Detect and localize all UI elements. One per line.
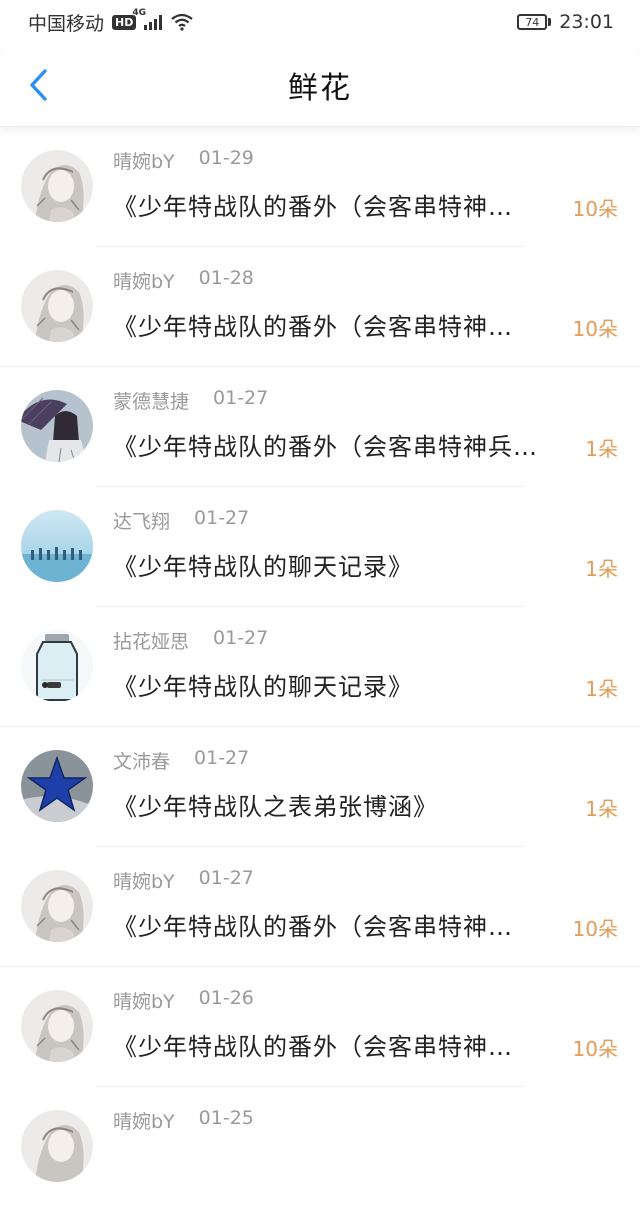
avatar[interactable] (21, 270, 93, 342)
girl-sketch-avatar-icon (21, 990, 93, 1062)
send-date: 01-28 (198, 267, 254, 289)
item-meta: 晴婉bY 01-29 (113, 147, 254, 174)
sender-name[interactable]: 晴婉bY (113, 267, 175, 294)
blue-star-avatar-icon (21, 750, 93, 822)
flower-count: 10朵 (572, 917, 618, 941)
item-meta: 达飞翔 01-27 (113, 507, 249, 534)
status-right: 74 23:01 (517, 11, 614, 33)
send-date: 01-26 (198, 987, 254, 1009)
list-item[interactable]: 达飞翔 01-27 《少年特战队的聊天记录》 1朵 (0, 487, 640, 607)
list-item[interactable]: 蒙德慧捷 01-27 《少年特战队的番外（会客串特神兵… 1朵 (0, 367, 640, 487)
flower-list: 晴婉bY 01-29 《少年特战队的番外（会客串特神… 10朵 晴婉bY 01-… (0, 127, 640, 1207)
battery-icon: 74 (517, 14, 552, 30)
sky-silhouettes-avatar-icon (21, 510, 93, 582)
flower-count: 10朵 (572, 1037, 618, 1061)
item-meta: 文沛春 01-27 (113, 747, 249, 774)
signal-icon: 4G (132, 8, 163, 30)
flower-count: 10朵 (572, 317, 618, 341)
wifi-icon (171, 13, 194, 31)
avatar[interactable] (21, 510, 93, 582)
girl-sketch-avatar-icon (21, 150, 93, 222)
list-item[interactable]: 晴婉bY 01-26 《少年特战队的番外（会客串特神… 10朵 (0, 967, 640, 1087)
carrier-label: 中国移动 (28, 12, 105, 35)
sender-name[interactable]: 晴婉bY (113, 147, 175, 174)
sender-name[interactable]: 晴婉bY (113, 987, 175, 1014)
work-title[interactable]: 《少年特战队的番外（会客串特神兵… (113, 427, 588, 462)
status-bar: 中国移动 HD 4G 74 23:01 (0, 0, 640, 44)
work-title[interactable]: 《少年特战队的番外（会客串特神… (113, 307, 571, 342)
send-date: 01-25 (198, 1107, 254, 1129)
list-item[interactable]: 晴婉bY 01-28 《少年特战队的番外（会客串特神… 10朵 (0, 247, 640, 367)
work-title[interactable]: 《少年特战队之表弟张博涵》 (113, 787, 571, 822)
girl-sketch-avatar-icon (21, 870, 93, 942)
chevron-left-icon (30, 69, 47, 101)
avatar[interactable] (21, 1110, 93, 1182)
flower-count: 1朵 (585, 437, 618, 461)
back-button[interactable] (18, 65, 58, 105)
sender-name[interactable]: 晴婉bY (113, 867, 175, 894)
list-item[interactable]: 拈花娅思 01-27 《少年特战队的聊天记录》 1朵 (0, 607, 640, 727)
send-date: 01-27 (198, 867, 254, 889)
avatar[interactable] (21, 390, 93, 462)
flower-count: 1朵 (585, 677, 618, 701)
nav-bar: 鲜花 (0, 44, 640, 127)
work-title[interactable]: 《少年特战队的番外（会客串特神… (113, 187, 571, 222)
flower-count: 1朵 (585, 557, 618, 581)
sender-name[interactable]: 达飞翔 (113, 507, 170, 534)
avatar[interactable] (21, 630, 93, 702)
sender-name[interactable]: 文沛春 (113, 747, 170, 774)
work-title[interactable]: 《少年特战队的聊天记录》 (113, 667, 571, 702)
send-date: 01-27 (194, 747, 250, 769)
flower-count: 10朵 (572, 197, 618, 221)
item-meta: 晴婉bY 01-26 (113, 987, 254, 1014)
list-item[interactable]: 文沛春 01-27 《少年特战队之表弟张博涵》 1朵 (0, 727, 640, 847)
item-meta: 晴婉bY 01-28 (113, 267, 254, 294)
avatar[interactable] (21, 990, 93, 1062)
girl-sketch-avatar-icon (21, 270, 93, 342)
item-meta: 晴婉bY 01-27 (113, 867, 254, 894)
page-title: 鲜花 (288, 71, 352, 106)
list-item[interactable]: 晴婉bY 01-27 《少年特战队的番外（会客串特神… 10朵 (0, 847, 640, 967)
status-left: 中国移动 HD 4G (28, 8, 194, 36)
avatar[interactable] (21, 750, 93, 822)
work-title[interactable]: 《少年特战队的番外（会客串特神… (113, 907, 571, 942)
work-title[interactable]: 《少年特战队的番外（会客串特神… (113, 1027, 571, 1062)
item-meta: 蒙德慧捷 01-27 (113, 387, 268, 414)
list-item[interactable]: 晴婉bY 01-29 《少年特战队的番外（会客串特神… 10朵 (0, 127, 640, 247)
send-date: 01-29 (198, 147, 254, 169)
sender-name[interactable]: 拈花娅思 (113, 627, 189, 654)
sender-name[interactable]: 晴婉bY (113, 1107, 175, 1134)
umbrella-figure-avatar-icon (21, 390, 93, 462)
clock: 23:01 (559, 11, 614, 33)
avatar[interactable] (21, 150, 93, 222)
girl-sketch-avatar-icon (21, 1110, 93, 1182)
avatar[interactable] (21, 870, 93, 942)
work-title[interactable]: 《少年特战队的聊天记录》 (113, 547, 571, 582)
send-date: 01-27 (213, 387, 269, 409)
flower-count: 1朵 (585, 797, 618, 821)
send-date: 01-27 (213, 627, 269, 649)
battery-level: 74 (517, 14, 548, 30)
network-type: 4G (132, 8, 147, 18)
send-date: 01-27 (194, 507, 250, 529)
glass-jar-avatar-icon (21, 630, 93, 702)
item-meta: 晴婉bY 01-25 (113, 1107, 254, 1134)
sender-name[interactable]: 蒙德慧捷 (113, 387, 189, 414)
item-meta: 拈花娅思 01-27 (113, 627, 268, 654)
list-item[interactable]: 晴婉bY 01-25 (0, 1087, 640, 1207)
